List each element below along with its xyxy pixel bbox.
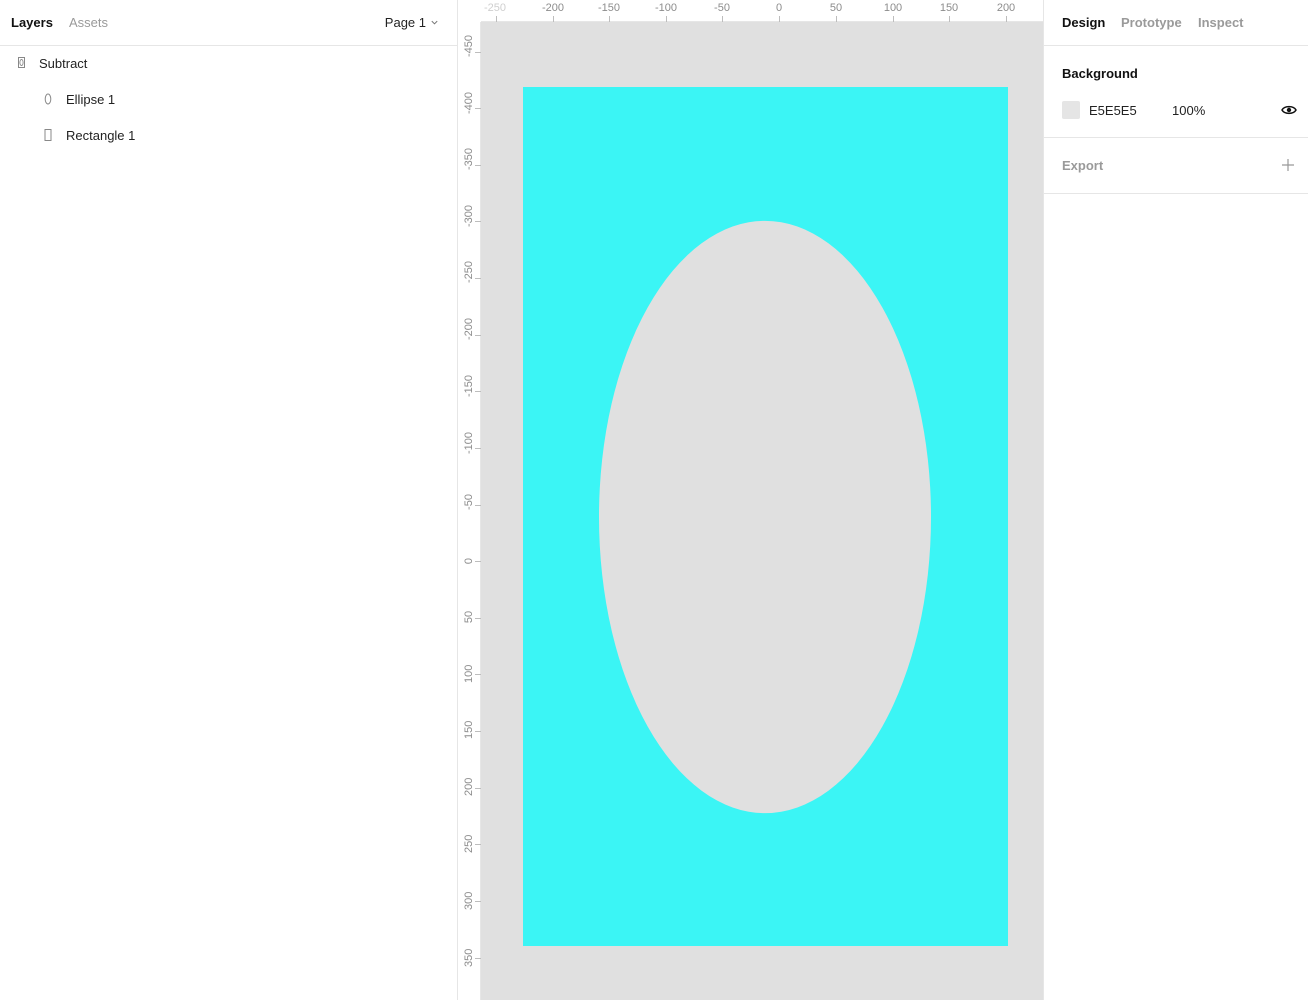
ruler-y-tick bbox=[475, 844, 481, 845]
tab-design[interactable]: Design bbox=[1062, 15, 1105, 30]
tab-assets[interactable]: Assets bbox=[69, 15, 108, 30]
ruler-x-label: 100 bbox=[883, 2, 903, 14]
layer-label: Ellipse 1 bbox=[66, 91, 116, 107]
ruler-x-tick bbox=[496, 16, 497, 22]
ruler-x-label: -100 bbox=[654, 2, 678, 14]
ruler-x-label: -50 bbox=[714, 2, 730, 14]
add-export-plus-icon[interactable] bbox=[1281, 158, 1295, 172]
export-section: Export bbox=[1044, 138, 1308, 194]
rectangle-icon bbox=[41, 128, 55, 142]
ruler-y-label: 200 bbox=[463, 777, 475, 796]
ruler-x-label: -200 bbox=[541, 2, 565, 14]
ruler-y-tick bbox=[475, 901, 481, 902]
ruler-y-tick bbox=[475, 335, 481, 336]
background-color-swatch[interactable] bbox=[1062, 101, 1080, 119]
ruler-y-tick bbox=[475, 108, 481, 109]
ruler-x-tick bbox=[553, 16, 554, 22]
ruler-corner bbox=[458, 0, 481, 22]
ellipse-icon bbox=[41, 92, 55, 106]
ruler-y-tick bbox=[475, 731, 481, 732]
ruler-y-tick bbox=[475, 221, 481, 222]
layer-row-subtract[interactable]: Subtract bbox=[0, 45, 457, 81]
background-section: Background bbox=[1044, 46, 1308, 138]
tab-prototype[interactable]: Prototype bbox=[1121, 15, 1182, 30]
ruler-horizontal[interactable]: -250 -200 -150 -100 -50 0 50 100 150 200 bbox=[458, 0, 1043, 22]
tab-inspect[interactable]: Inspect bbox=[1198, 15, 1244, 30]
ruler-x-tick bbox=[836, 16, 837, 22]
ruler-x-tick bbox=[1006, 16, 1007, 22]
layers-panel: Layers Assets Page 1 Subtract Ellipse 1 … bbox=[0, 0, 458, 1000]
ruler-y-tick bbox=[475, 561, 481, 562]
ruler-x-label: 150 bbox=[939, 2, 959, 14]
layer-row-rectangle[interactable]: Rectangle 1 bbox=[0, 117, 457, 153]
ruler-y-label: -200 bbox=[463, 317, 475, 340]
page-selector[interactable]: Page 1 bbox=[385, 15, 439, 30]
subtract-shape-graphic bbox=[523, 87, 1008, 946]
eye-icon[interactable] bbox=[1281, 103, 1297, 117]
layer-label: Rectangle 1 bbox=[66, 127, 136, 143]
ruler-x-tick bbox=[609, 16, 610, 22]
ruler-y-label: -250 bbox=[463, 260, 475, 283]
ruler-y-label: 150 bbox=[463, 720, 475, 739]
layers-panel-header: Layers Assets Page 1 bbox=[0, 0, 457, 46]
ruler-y-label: 50 bbox=[463, 610, 475, 624]
ruler-y-label: 100 bbox=[463, 664, 475, 683]
page-selector-label: Page 1 bbox=[384, 15, 426, 30]
chevron-down-icon bbox=[431, 20, 438, 25]
ruler-y-label: 350 bbox=[463, 948, 475, 967]
ruler-y-label: -100 bbox=[463, 431, 475, 454]
subtract-shape[interactable] bbox=[523, 87, 1008, 946]
ruler-y-label: 0 bbox=[463, 557, 475, 565]
ruler-x-tick bbox=[779, 16, 780, 22]
tab-layers[interactable]: Layers bbox=[11, 15, 53, 30]
background-opacity-input[interactable]: 100% bbox=[1172, 103, 1205, 118]
ruler-y-label: 250 bbox=[463, 834, 475, 853]
export-section-title: Export bbox=[1062, 158, 1104, 173]
ruler-x-label: 0 bbox=[775, 2, 783, 14]
ruler-x-tick bbox=[666, 16, 667, 22]
layer-row-ellipse[interactable]: Ellipse 1 bbox=[0, 81, 457, 117]
ruler-y-tick bbox=[475, 391, 481, 392]
ruler-y-tick bbox=[475, 505, 481, 506]
ruler-y-label: -150 bbox=[463, 374, 475, 397]
subtract-path bbox=[523, 87, 1008, 946]
ruler-y-tick bbox=[475, 674, 481, 675]
ruler-x-tick bbox=[893, 16, 894, 22]
ruler-y-label: 300 bbox=[463, 891, 475, 910]
ruler-y-label: -300 bbox=[463, 204, 475, 227]
ruler-x-tick bbox=[722, 16, 723, 22]
ruler-y-label: -50 bbox=[463, 494, 475, 510]
ruler-y-tick bbox=[475, 52, 481, 53]
background-section-title: Background bbox=[1062, 66, 1138, 81]
ruler-y-tick bbox=[475, 278, 481, 279]
ruler-y-label: -450 bbox=[463, 34, 475, 57]
ruler-y-label: -400 bbox=[463, 91, 475, 114]
ruler-vertical[interactable]: -450 -400 -350 -300 -250 -200 -150 -100 … bbox=[458, 0, 481, 1000]
ruler-y-label: -350 bbox=[463, 147, 475, 170]
properties-panel: Design Prototype Inspect Background E5E5… bbox=[1043, 0, 1308, 1000]
layer-label: Subtract bbox=[39, 55, 88, 71]
ruler-y-tick bbox=[475, 788, 481, 789]
ruler-y-tick bbox=[475, 165, 481, 166]
ruler-y-tick bbox=[475, 618, 481, 619]
ruler-y-tick bbox=[475, 448, 481, 449]
subtract-icon bbox=[15, 56, 29, 70]
properties-panel-header: Design Prototype Inspect bbox=[1044, 0, 1308, 46]
ruler-x-label: -150 bbox=[597, 2, 621, 14]
ruler-x-tick bbox=[949, 16, 950, 22]
ruler-x-label: -250 bbox=[483, 2, 507, 14]
ruler-y-tick bbox=[475, 958, 481, 959]
ruler-x-label: 50 bbox=[829, 2, 843, 14]
ruler-x-label: 200 bbox=[996, 2, 1016, 14]
background-hex-input[interactable]: E5E5E5 bbox=[1089, 103, 1137, 118]
canvas[interactable]: -250 -200 -150 -100 -50 0 50 100 150 200… bbox=[458, 0, 1043, 1000]
